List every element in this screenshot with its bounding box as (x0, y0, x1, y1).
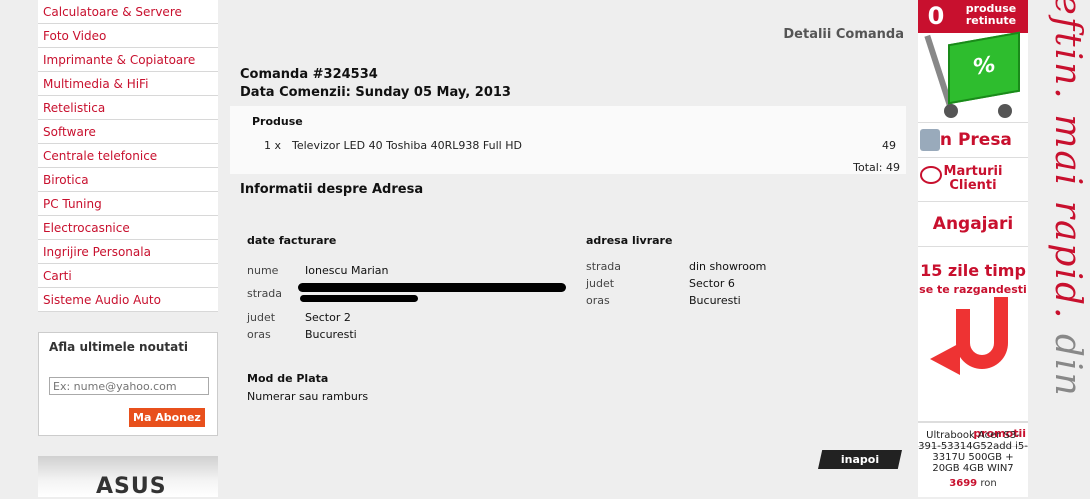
return-policy-banner[interactable]: 15 zile timp se te razgandesti (918, 247, 1028, 422)
cart-wheel-icon (944, 104, 958, 118)
billing-value: Ionescu Marian (305, 264, 389, 277)
category-link[interactable]: Retelistica (38, 96, 218, 120)
category-list: Calculatoare & Servere Foto Video Imprim… (38, 0, 218, 312)
speech-bubble-icon (920, 166, 942, 184)
cart-wheel-icon (998, 104, 1012, 118)
products-box: Produse 1 x Televizor LED 40 Toshiba 40R… (230, 106, 906, 174)
careers-label: Angajari (932, 214, 1014, 234)
billing-label: nume (247, 264, 279, 277)
category-link[interactable]: Imprimante & Copiatoare (38, 48, 218, 72)
subscribe-button[interactable]: Ma Abonez (129, 408, 205, 427)
category-link[interactable]: Foto Video (38, 24, 218, 48)
return-arrow-icon (956, 309, 1008, 369)
saved-count: 0 (918, 0, 954, 33)
billing-title: date facturare (247, 234, 337, 247)
saved-label: produse retinute (954, 0, 1028, 33)
category-link[interactable]: Centrale telefonice (38, 144, 218, 168)
billing-label: strada (247, 287, 283, 300)
price-currency: ron (980, 478, 997, 489)
slogan-main: ieftin. mai rapid. (1047, 0, 1088, 334)
press-link[interactable]: in Presa (918, 123, 1028, 158)
return-arrow-icon (930, 343, 960, 375)
category-link[interactable]: Calculatoare & Servere (38, 0, 218, 24)
category-link[interactable]: Carti (38, 264, 218, 288)
newsletter-email-input[interactable] (49, 377, 209, 395)
page-title: Detalii Comanda (783, 27, 904, 42)
category-link[interactable]: Sisteme Audio Auto (38, 288, 218, 312)
order-number: Comanda #324534 (240, 67, 378, 82)
delivery-title: adresa livrare (586, 234, 673, 247)
newsletter-box: Afla ultimele noutati Ma Abonez (38, 332, 218, 436)
order-details: Detalii Comanda Comanda #324534 Data Com… (218, 0, 918, 497)
careers-link[interactable]: Angajari (918, 202, 1028, 247)
slogan-text: ieftin. mai rapid. din (1047, 0, 1088, 398)
billing-value: Sector 2 (305, 311, 351, 324)
category-link[interactable]: PC Tuning (38, 192, 218, 216)
left-sidebar: Calculatoare & Servere Foto Video Imprim… (38, 0, 218, 436)
percent-label: % (972, 52, 996, 81)
order-date: Data Comenzii: Sunday 05 May, 2013 (240, 85, 511, 100)
delivery-label: oras (586, 294, 610, 307)
testimonials-label: Marturii Clienti (943, 164, 1003, 193)
testimonials-link[interactable]: Marturii Clienti (918, 158, 1028, 202)
shopping-cart-icon: % (948, 31, 1020, 105)
return-days-title: 15 zile timp (920, 261, 1026, 280)
delivery-value: din showroom (689, 260, 767, 273)
newspaper-icon (920, 129, 940, 151)
order-total: Total: 49 (853, 161, 900, 174)
price-value: 3699 (949, 478, 978, 489)
product-name: Televizor LED 40 Toshiba 40RL938 Full HD (292, 139, 522, 152)
delivery-value: Sector 6 (689, 277, 735, 290)
category-link[interactable]: Software (38, 120, 218, 144)
category-link[interactable]: Multimedia & HiFi (38, 72, 218, 96)
asus-logo-text: ASUS (96, 474, 167, 499)
delivery-label: strada (586, 260, 622, 273)
product-price: 49 (882, 139, 896, 152)
category-link[interactable]: Ingrijire Personala (38, 240, 218, 264)
delivery-label: judet (586, 277, 615, 290)
slogan-tail: din (1047, 334, 1088, 398)
redaction-scribble (298, 283, 566, 292)
asus-banner[interactable]: ASUS (38, 456, 218, 499)
billing-value: Bucuresti (305, 328, 357, 341)
return-days-subtitle: se te razgandesti (919, 283, 1027, 296)
saved-products-widget[interactable]: 0 produse retinute % (918, 0, 1028, 123)
product-quantity: 1 x (264, 139, 282, 152)
billing-label: judet (247, 311, 276, 324)
payment-title: Mod de Plata (247, 372, 329, 385)
redaction-scribble (300, 295, 418, 302)
address-section-title: Informatii despre Adresa (240, 182, 424, 197)
payment-method: Numerar sau ramburs (247, 390, 369, 403)
billing-label: oras (247, 328, 271, 341)
products-header: Produse (252, 115, 303, 128)
promo-product-price: 3699 ron (918, 478, 1028, 489)
back-button[interactable]: inapoi (818, 450, 902, 469)
press-label: in Presa (934, 130, 1012, 150)
delivery-value: Bucuresti (689, 294, 741, 307)
category-link[interactable]: Electrocasnice (38, 216, 218, 240)
right-panel: 0 produse retinute % in Presa Marturii C… (918, 0, 1028, 497)
promo-product-name[interactable]: Ultrabook Acer S3-391-53314G52add i5-331… (918, 430, 1028, 474)
newsletter-title: Afla ultimele noutati (49, 340, 189, 354)
slogan-banner: ieftin. mai rapid. din (1047, 0, 1088, 398)
category-link[interactable]: Birotica (38, 168, 218, 192)
